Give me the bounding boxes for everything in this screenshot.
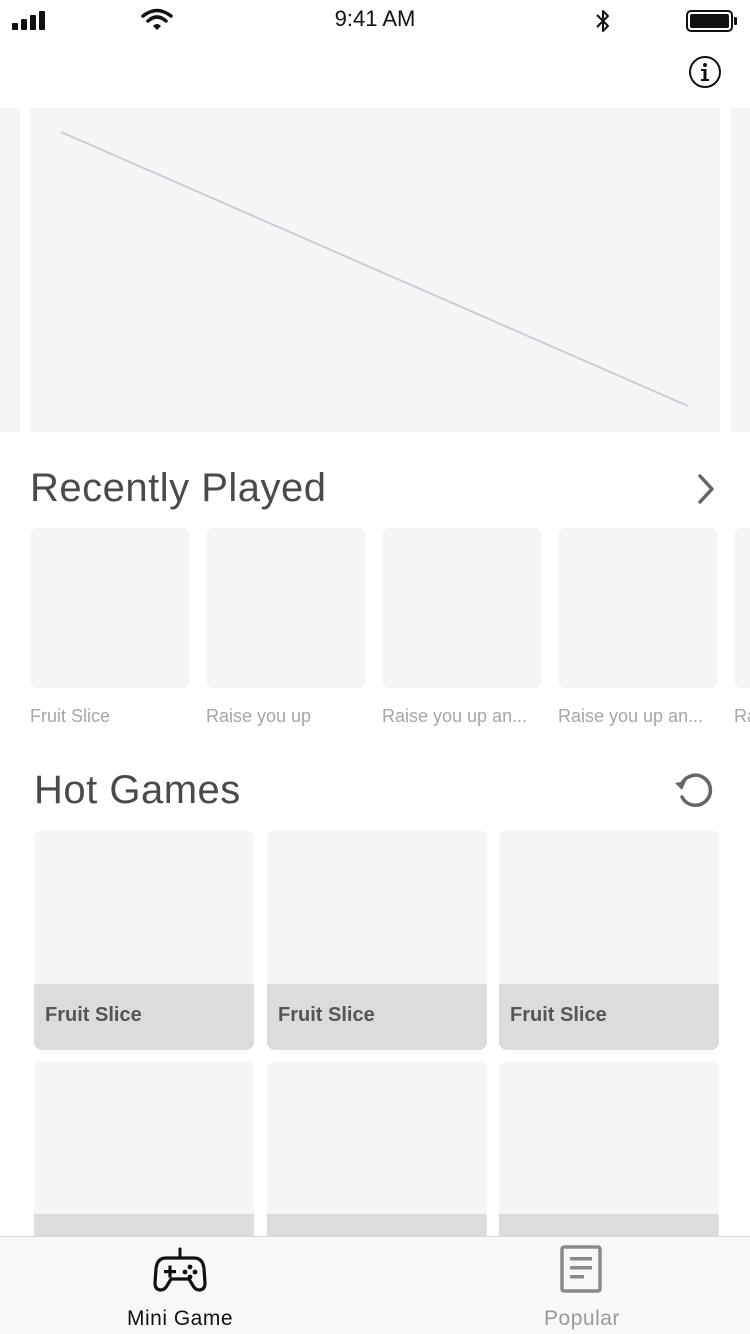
game-label (34, 1214, 254, 1236)
game-label: Fruit Slice (499, 984, 719, 1050)
status-bar: 9:41 AM (0, 0, 750, 40)
refresh-button[interactable] (672, 770, 718, 812)
banner-prev-slide[interactable] (0, 108, 20, 432)
tab-mini-game[interactable]: Mini Game (80, 1237, 280, 1334)
info-button[interactable] (688, 55, 722, 89)
banner-next-slide[interactable] (730, 108, 750, 432)
game-label (499, 1214, 719, 1236)
game-thumbnail (558, 528, 718, 688)
game-label (267, 1214, 487, 1236)
hot-game-card[interactable]: Fruit Slice (499, 830, 719, 1050)
game-label: Raise you up an... (558, 706, 704, 726)
recent-game-item[interactable]: Raise you up an... (382, 528, 542, 726)
battery-icon (686, 10, 738, 37)
document-icon (554, 1245, 610, 1300)
game-label: Fruit Slice (30, 706, 111, 726)
game-thumbnail (382, 528, 542, 688)
tab-label: Mini Game (126, 1307, 234, 1330)
refresh-icon (675, 773, 713, 807)
tab-popular[interactable]: Popular (482, 1237, 682, 1334)
hot-game-card[interactable]: Fruit Slice (34, 830, 254, 1050)
game-label: Raise you up an... (382, 706, 528, 726)
hot-game-card[interactable] (34, 1061, 254, 1236)
chevron-right-icon (698, 474, 714, 504)
hot-game-card[interactable] (499, 1061, 719, 1236)
info-icon (689, 56, 721, 88)
recently-played-more-button[interactable] (692, 470, 720, 508)
recent-game-item[interactable]: Raise you up (206, 528, 366, 726)
status-time: 9:41 AM (334, 6, 416, 31)
game-label: Fruit Slice (34, 984, 254, 1050)
hot-game-card[interactable] (267, 1061, 487, 1236)
recent-game-item[interactable]: Fruit Slice (30, 528, 190, 726)
game-label: Raise you up (206, 706, 312, 726)
banner-carousel[interactable] (0, 108, 750, 432)
bluetooth-icon (594, 8, 612, 39)
recent-game-item-partial[interactable] (734, 528, 750, 688)
game-thumbnail (30, 528, 190, 688)
recent-game-item[interactable]: Raise you up an... (558, 528, 718, 726)
tab-label: Popular (544, 1307, 620, 1330)
hot-game-card[interactable]: Fruit Slice (267, 830, 487, 1050)
game-label: Fruit Slice (267, 984, 487, 1050)
game-label: Ra (734, 706, 750, 726)
tab-bar: Mini Game Popular (0, 1236, 750, 1334)
gamepad-icon (152, 1245, 208, 1300)
hot-games-title: Hot Games (34, 768, 241, 812)
banner-slide[interactable] (30, 108, 720, 432)
recently-played-title: Recently Played (30, 466, 327, 510)
image-placeholder-icon (60, 131, 689, 407)
game-thumbnail (206, 528, 366, 688)
